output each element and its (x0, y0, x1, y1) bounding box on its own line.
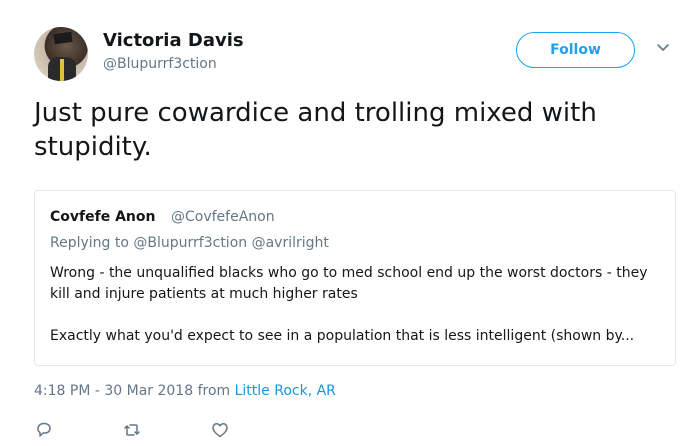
replying-to-line: Replying to @Blupurrf3ction @avrilright (50, 235, 329, 251)
replying-to-prefix: Replying to (50, 235, 134, 251)
quoted-author-name: Covfefe Anon (50, 209, 156, 225)
quoted-tweet[interactable]: Covfefe Anon @CovfefeAnon Replying to @B… (34, 190, 676, 366)
author-handle[interactable]: @Blupurrf3ction (103, 56, 217, 72)
retweet-icon[interactable] (122, 420, 142, 440)
author-avatar[interactable] (34, 27, 88, 81)
quoted-tweet-body: Wrong - the unqualified blacks who go to… (50, 263, 666, 347)
heart-icon[interactable] (210, 420, 230, 440)
author-name[interactable]: Victoria Davis (103, 30, 244, 51)
location-link[interactable]: Little Rock, AR (235, 383, 336, 399)
avatar-cap-shape (53, 31, 73, 45)
follow-button[interactable]: Follow (516, 32, 635, 68)
quoted-paragraph-2: Exactly what you'd expect to see in a po… (50, 328, 635, 344)
avatar-sash-shape (60, 59, 64, 81)
tweet-meta: 4:18 PM - 30 Mar 2018 from Little Rock, … (34, 383, 336, 399)
quoted-paragraph-1: Wrong - the unqualified blacks who go to… (50, 265, 648, 302)
replying-to-mentions[interactable]: @Blupurrf3ction @avrilright (133, 235, 329, 251)
timestamp[interactable]: 4:18 PM - 30 Mar 2018 from (34, 383, 235, 399)
chevron-down-icon[interactable] (655, 40, 671, 56)
quoted-author-handle: @CovfefeAnon (171, 209, 275, 225)
action-bar (34, 420, 298, 440)
tweet-text: Just pure cowardice and trolling mixed w… (34, 98, 597, 162)
reply-icon[interactable] (34, 420, 54, 440)
